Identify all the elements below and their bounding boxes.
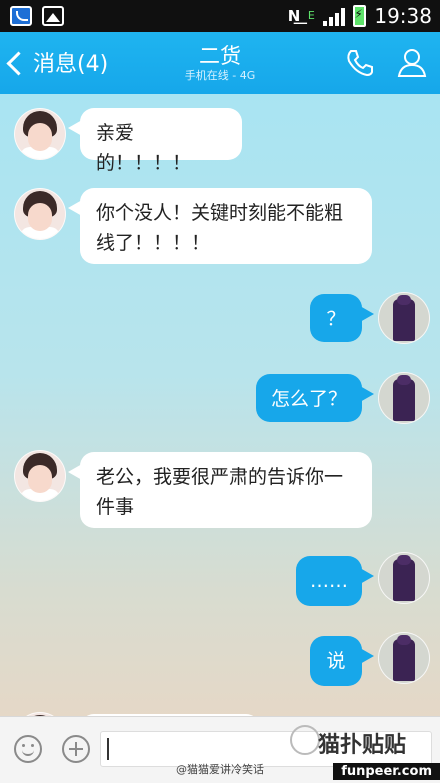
message-list[interactable]: 亲爱的！！！！ 你个没人！关键时刻能不能粗线了！！！！ ？ 怎么了？ 老公，我要… — [0, 94, 440, 716]
message-bubble-outgoing[interactable]: …… — [296, 556, 374, 606]
input-bar: 猫扑贴贴 @猫猫爱讲冷笑话 funpeer.com — [0, 716, 440, 783]
plus-icon[interactable] — [62, 735, 90, 763]
watermark-site: funpeer.com — [333, 763, 440, 780]
message-bubble-outgoing[interactable]: 怎么了？ — [256, 374, 374, 422]
contact-avatar[interactable] — [14, 108, 66, 160]
person-icon[interactable] — [396, 46, 428, 78]
message-bubble-outgoing[interactable]: ？ — [310, 294, 374, 342]
contact-status: 手机在线 - 4G — [184, 69, 256, 82]
my-avatar[interactable] — [378, 632, 430, 684]
contact-avatar[interactable] — [14, 188, 66, 240]
contact-avatar[interactable] — [14, 450, 66, 502]
emoji-icon[interactable] — [14, 735, 42, 763]
message-bubble-incoming[interactable]: 亲爱的！！！！ — [68, 108, 242, 174]
image-notification-icon — [42, 6, 64, 26]
watermark-weibo: @猫猫爱讲冷笑话 — [176, 763, 264, 776]
contact-name: 二货 — [199, 44, 241, 68]
battery-icon — [353, 5, 367, 27]
text-caret — [107, 738, 109, 760]
signal-icon — [323, 6, 346, 26]
nfc-icon: N͟ — [287, 7, 301, 25]
watermark-logo-icon — [290, 725, 320, 755]
my-avatar[interactable] — [378, 292, 430, 344]
chat-header: 消息(4) 二货 手机在线 - 4G — [0, 32, 440, 94]
app-notification-icon — [10, 6, 32, 26]
message-bubble-outgoing[interactable]: 说 — [310, 636, 374, 686]
clock: 19:38 — [374, 4, 432, 28]
phone-icon[interactable] — [344, 48, 374, 78]
watermark-logo-text: 猫扑贴贴 — [318, 733, 407, 758]
message-bubble-incoming[interactable]: 老公，我要很严肃的告诉你一件事 — [68, 452, 372, 528]
my-avatar[interactable] — [378, 552, 430, 604]
message-bubble-incoming[interactable]: 你个没人！关键时刻能不能粗线了！！！！ — [68, 188, 372, 264]
status-bar: N͟ E 19:38 — [0, 0, 440, 32]
my-avatar[interactable] — [378, 372, 430, 424]
network-type: E — [307, 9, 315, 22]
